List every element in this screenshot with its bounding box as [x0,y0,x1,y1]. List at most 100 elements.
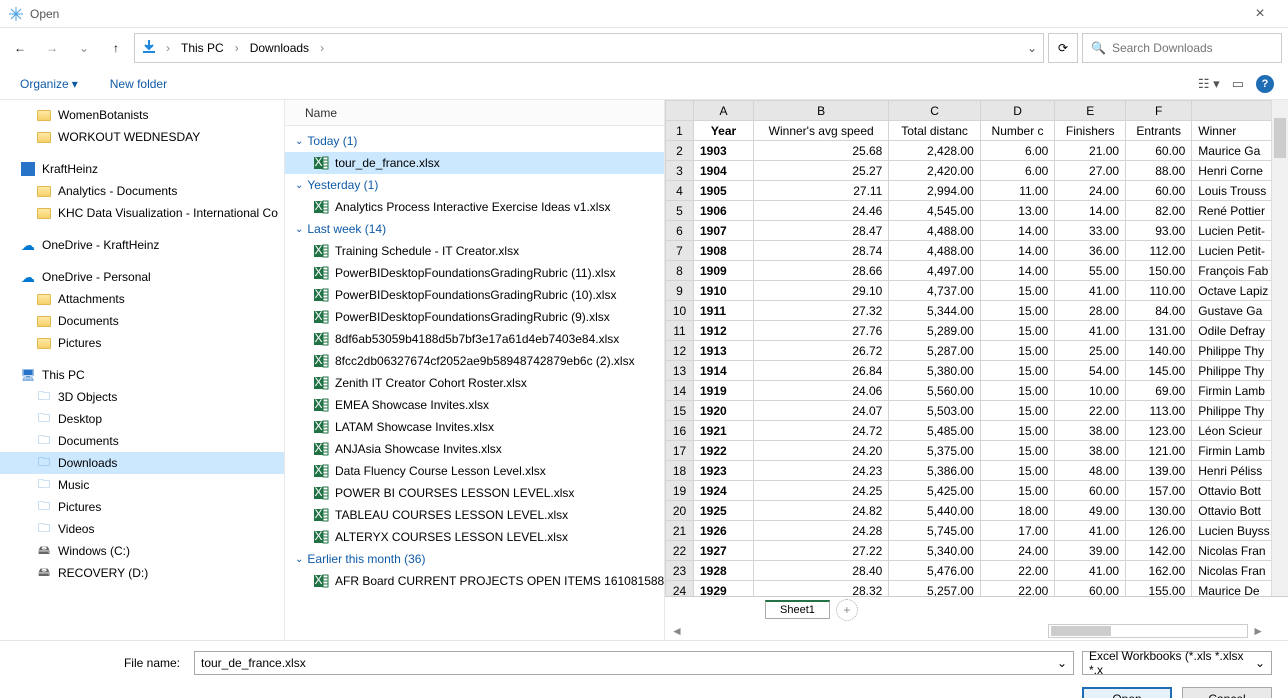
cell[interactable]: 1928 [694,561,754,581]
cell[interactable]: 88.00 [1126,161,1192,181]
cell[interactable]: 162.00 [1126,561,1192,581]
cell[interactable]: 24.07 [754,401,889,421]
cell[interactable]: 60.00 [1055,481,1126,501]
cell[interactable]: 5,289.00 [889,321,980,341]
cell[interactable]: 14.00 [1055,201,1126,221]
cell[interactable]: 155.00 [1126,581,1192,597]
cell[interactable]: 1909 [694,261,754,281]
cell[interactable]: 1903 [694,141,754,161]
cell[interactable]: 17.00 [980,521,1055,541]
row-header[interactable]: 20 [666,501,694,521]
cell[interactable]: 14.00 [980,241,1055,261]
search-input[interactable] [1112,41,1273,55]
cell[interactable]: 27.11 [754,181,889,201]
filename-dropdown[interactable]: ⌄ [1057,656,1067,670]
cell[interactable]: 15.00 [980,481,1055,501]
cell[interactable]: 121.00 [1126,441,1192,461]
cell[interactable]: 1926 [694,521,754,541]
cell[interactable]: 1908 [694,241,754,261]
tree-item[interactable]: 🗀Music [0,474,284,496]
cell[interactable]: 28.32 [754,581,889,597]
cell[interactable]: 15.00 [980,381,1055,401]
cell[interactable]: 113.00 [1126,401,1192,421]
search-box[interactable]: 🔍 [1082,33,1282,63]
row-header[interactable]: 10 [666,301,694,321]
new-folder-button[interactable]: New folder [104,73,173,95]
tree-item[interactable]: 🗀3D Objects [0,386,284,408]
cell[interactable]: 24.82 [754,501,889,521]
add-sheet-button[interactable]: + [836,599,858,621]
cell[interactable]: 48.00 [1055,461,1126,481]
row-header[interactable]: 6 [666,221,694,241]
file-group-header[interactable]: ⌄Yesterday (1) [285,174,664,196]
cell[interactable]: 1925 [694,501,754,521]
file-row[interactable]: X8df6ab53059b4188d5b7bf3e17a61d4eb7403e8… [285,328,664,350]
cell[interactable]: 15.00 [980,361,1055,381]
cell[interactable]: 22.00 [980,561,1055,581]
cell[interactable]: 11.00 [980,181,1055,201]
help-button[interactable]: ? [1256,75,1274,93]
cell[interactable]: 25.00 [1055,341,1126,361]
row-header[interactable]: 14 [666,381,694,401]
cell[interactable]: 28.66 [754,261,889,281]
file-row[interactable]: XLATAM Showcase Invites.xlsx [285,416,664,438]
tree-item[interactable]: Pictures [0,332,284,354]
cell[interactable]: 1907 [694,221,754,241]
cell[interactable]: 1920 [694,401,754,421]
cell[interactable]: 28.74 [754,241,889,261]
cell[interactable]: 24.23 [754,461,889,481]
cell[interactable]: 10.00 [1055,381,1126,401]
cell[interactable]: 24.46 [754,201,889,221]
tree-item[interactable]: WomenBotanists [0,104,284,126]
cell[interactable]: 5,560.00 [889,381,980,401]
cell[interactable]: 29.10 [754,281,889,301]
cell[interactable]: 21.00 [1055,141,1126,161]
cell[interactable]: 24.06 [754,381,889,401]
cell[interactable]: 27.22 [754,541,889,561]
cell[interactable]: 1904 [694,161,754,181]
cell[interactable]: 15.00 [980,441,1055,461]
file-row[interactable]: Xtour_de_france.xlsx [285,152,664,174]
open-button[interactable]: Open [1082,687,1172,698]
column-header-name[interactable]: Name [285,100,664,126]
cell[interactable]: 140.00 [1126,341,1192,361]
cell[interactable]: 41.00 [1055,321,1126,341]
row-header[interactable]: 13 [666,361,694,381]
cell[interactable]: Entrants [1126,121,1192,141]
cell[interactable]: 5,440.00 [889,501,980,521]
cell[interactable]: 33.00 [1055,221,1126,241]
cell[interactable]: 1921 [694,421,754,441]
file-row[interactable]: XAFR Board CURRENT PROJECTS OPEN ITEMS 1… [285,570,664,592]
row-header[interactable]: 9 [666,281,694,301]
cell[interactable]: 14.00 [980,221,1055,241]
cell[interactable]: 60.00 [1126,141,1192,161]
column-header[interactable]: D [980,101,1055,121]
file-row[interactable]: XALTERYX COURSES LESSON LEVEL.xlsx [285,526,664,548]
cell[interactable]: 1924 [694,481,754,501]
column-header[interactable]: F [1126,101,1192,121]
cell[interactable]: 39.00 [1055,541,1126,561]
breadcrumb-folder[interactable]: Downloads [248,41,311,55]
file-row[interactable]: XPowerBIDesktopFoundationsGradingRubric … [285,262,664,284]
cell[interactable]: 69.00 [1126,381,1192,401]
row-header[interactable]: 24 [666,581,694,597]
cell[interactable]: 4,497.00 [889,261,980,281]
recent-dropdown[interactable]: ⌄ [70,34,98,62]
cell[interactable]: 41.00 [1055,521,1126,541]
tree-item[interactable]: 🗀Downloads [0,452,284,474]
back-button[interactable]: ← [6,34,34,62]
cell[interactable]: 1922 [694,441,754,461]
row-header[interactable]: 17 [666,441,694,461]
tree-item[interactable]: 🗀Videos [0,518,284,540]
cell[interactable]: 25.27 [754,161,889,181]
cell[interactable]: 5,287.00 [889,341,980,361]
cell[interactable]: Winner's avg speed [754,121,889,141]
cell[interactable]: 131.00 [1126,321,1192,341]
horizontal-scrollbar[interactable]: ◄ ► [665,622,1288,640]
tree-item[interactable]: 🖥This PC [0,364,284,386]
cell[interactable]: 1919 [694,381,754,401]
cell[interactable]: 1929 [694,581,754,597]
tree-item[interactable]: Analytics - Documents [0,180,284,202]
cell[interactable]: 5,476.00 [889,561,980,581]
file-row[interactable]: XANJAsia Showcase Invites.xlsx [285,438,664,460]
